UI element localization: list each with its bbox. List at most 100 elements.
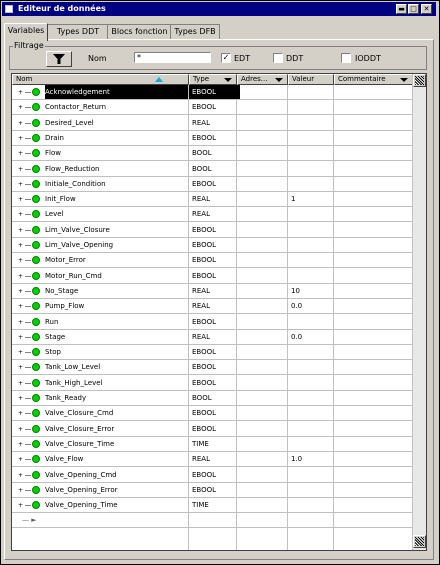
expand-icon[interactable]: + (18, 365, 23, 371)
variable-type-cell[interactable]: EBOOL (189, 238, 240, 252)
maximize-button[interactable]: □ (408, 4, 419, 14)
tree-node[interactable]: + (12, 360, 42, 374)
variable-address-cell[interactable] (237, 345, 287, 359)
variable-name-cell[interactable]: Desired_Level (45, 116, 188, 130)
title-bar[interactable]: Editeur de données ▬ □ ✕ (2, 2, 436, 16)
variable-comment-cell[interactable] (334, 146, 413, 160)
variable-address-cell[interactable] (237, 299, 287, 313)
tree-node[interactable]: + (12, 162, 42, 176)
variable-comment-cell[interactable] (334, 116, 413, 130)
expand-icon[interactable]: + (18, 350, 23, 356)
scroll-bottom-button[interactable] (413, 535, 426, 548)
variable-value-cell[interactable] (288, 253, 337, 267)
variable-name-cell[interactable]: Tank_Low_Level (45, 360, 188, 374)
variable-name-cell[interactable]: Init_Flow (45, 192, 188, 206)
variable-name-cell[interactable]: Valve_Closure_Error (45, 422, 188, 436)
expand-icon[interactable]: + (18, 427, 23, 433)
variable-comment-cell[interactable] (334, 269, 413, 283)
variable-name-cell[interactable]: Lim_Valve_Closure (45, 223, 188, 237)
tree-node[interactable]: + (12, 146, 42, 160)
variable-address-cell[interactable] (237, 146, 287, 160)
variable-comment-cell[interactable] (334, 498, 413, 512)
table-row[interactable]: + Flow_Reduction BOOL (12, 162, 413, 177)
variable-type-cell[interactable]: REAL (189, 192, 240, 206)
variable-value-cell[interactable] (288, 100, 337, 114)
tree-node[interactable]: + (12, 192, 42, 206)
tree-node[interactable]: + (12, 131, 42, 145)
tree-node[interactable]: + (12, 315, 42, 329)
tree-node[interactable]: + (12, 330, 42, 344)
variable-name-cell[interactable]: Motor_Error (45, 253, 188, 267)
tree-node[interactable]: + (12, 238, 42, 252)
scroll-top-button[interactable] (413, 74, 426, 87)
expand-icon[interactable]: + (18, 503, 23, 509)
variable-address-cell[interactable] (237, 253, 287, 267)
tree-node[interactable]: + (12, 100, 42, 114)
tree-node[interactable]: + (12, 207, 42, 221)
variable-address-cell[interactable] (237, 330, 287, 344)
expand-icon[interactable]: + (18, 182, 23, 188)
table-row[interactable]: + Stop EBOOL (12, 345, 413, 360)
table-row[interactable]: + Flow BOOL (12, 146, 413, 161)
variable-type-cell[interactable]: EBOOL (189, 253, 240, 267)
variable-comment-cell[interactable] (334, 406, 413, 420)
variable-comment-cell[interactable] (334, 376, 413, 390)
edt-checkbox[interactable]: ✓ (221, 53, 231, 63)
expand-icon[interactable]: + (18, 258, 23, 264)
variable-name-cell[interactable]: Valve_Closure_Time (45, 437, 188, 451)
variable-name-cell[interactable]: Flow_Reduction (45, 162, 188, 176)
variable-comment-cell[interactable] (334, 284, 413, 298)
variable-name-cell[interactable]: Valve_Flow (45, 452, 188, 466)
variable-value-cell[interactable]: 1 (288, 192, 337, 206)
variable-value-cell[interactable] (288, 391, 337, 405)
variable-type-cell[interactable]: EBOOL (189, 315, 240, 329)
tree-node[interactable]: + (12, 269, 42, 283)
variable-comment-cell[interactable] (334, 162, 413, 176)
variable-type-cell[interactable]: EBOOL (189, 360, 240, 374)
variable-value-cell[interactable]: 0.0 (288, 299, 337, 313)
expand-icon[interactable]: + (18, 289, 23, 295)
table-row[interactable]: + Initiale_Condition EBOOL (12, 177, 413, 192)
variable-address-cell[interactable] (237, 376, 287, 390)
variable-value-cell[interactable] (288, 162, 337, 176)
expand-icon[interactable]: + (18, 274, 23, 280)
column-header-comment[interactable]: Commentaire (334, 74, 413, 85)
variable-name-cell[interactable]: Pump_Flow (45, 299, 188, 313)
variable-value-cell[interactable] (288, 468, 337, 482)
table-row[interactable]: + Level REAL (12, 207, 413, 222)
expand-icon[interactable]: + (18, 167, 23, 173)
variable-comment-cell[interactable] (334, 330, 413, 344)
variable-type-cell[interactable]: REAL (189, 116, 240, 130)
variable-name-cell[interactable]: Flow (45, 146, 188, 160)
variable-address-cell[interactable] (237, 483, 287, 497)
table-row[interactable]: + Acknowledgement EBOOL (12, 85, 413, 100)
expand-icon[interactable]: + (18, 304, 23, 310)
expand-icon[interactable]: + (18, 105, 23, 111)
expand-icon[interactable]: + (18, 197, 23, 203)
variable-address-cell[interactable] (237, 269, 287, 283)
tree-node[interactable]: + (12, 391, 42, 405)
variable-name-cell[interactable]: Contactor_Return (45, 100, 188, 114)
variable-name-cell[interactable]: Valve_Opening_Time (45, 498, 188, 512)
expand-icon[interactable]: + (18, 228, 23, 234)
expand-icon[interactable]: + (18, 320, 23, 326)
variable-address-cell[interactable] (237, 452, 287, 466)
column-header-address[interactable]: Adres... (237, 74, 288, 85)
variable-address-cell[interactable] (237, 162, 287, 176)
column-header-type[interactable]: Type (189, 74, 237, 85)
tree-node[interactable]: + (12, 253, 42, 267)
variable-address-cell[interactable] (237, 468, 287, 482)
variable-value-cell[interactable] (288, 437, 337, 451)
variable-type-cell[interactable]: EBOOL (189, 223, 240, 237)
variable-value-cell[interactable] (288, 376, 337, 390)
variable-value-cell[interactable] (288, 116, 337, 130)
variable-value-cell[interactable] (288, 315, 337, 329)
variable-value-cell[interactable] (288, 422, 337, 436)
variable-address-cell[interactable] (237, 223, 287, 237)
expand-icon[interactable]: + (18, 396, 23, 402)
variable-address-cell[interactable] (237, 192, 287, 206)
column-header-name[interactable]: Nom (12, 74, 189, 85)
expand-icon[interactable]: + (18, 212, 23, 218)
table-row[interactable]: + Tank_Low_Level EBOOL (12, 360, 413, 375)
expand-icon[interactable]: + (18, 473, 23, 479)
